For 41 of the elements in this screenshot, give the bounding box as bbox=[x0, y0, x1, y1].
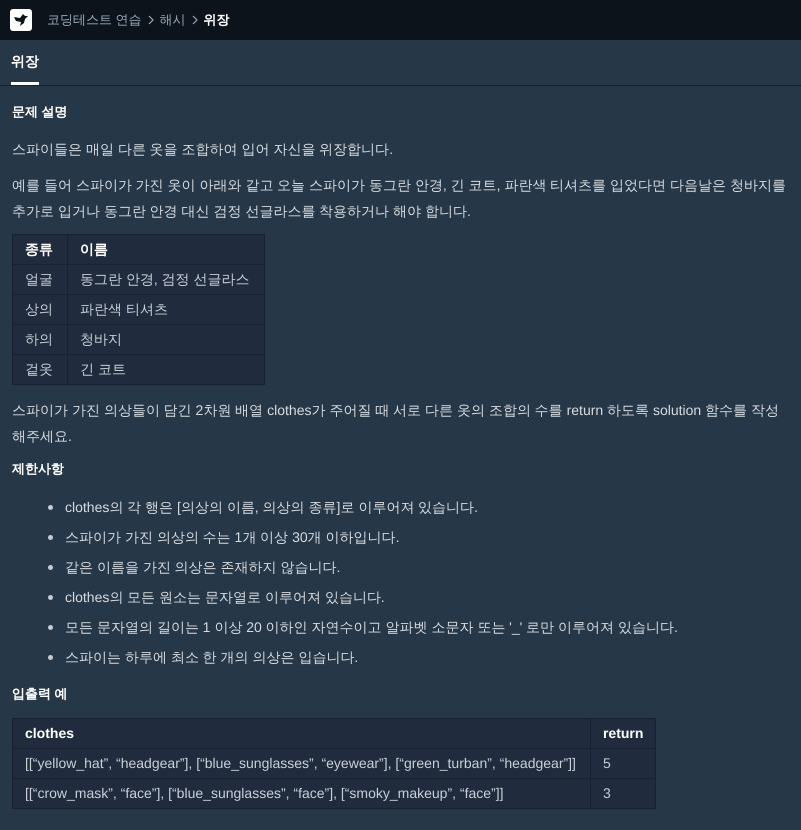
table-cell: 얼굴 bbox=[12, 264, 68, 294]
list-item-text: 스파이가 가진 의상의 수는 1개 이상 30개 이하입니다. bbox=[65, 528, 400, 546]
bullet-icon bbox=[48, 534, 53, 540]
table-header-cell: clothes bbox=[12, 718, 590, 748]
table-cell: 긴 코트 bbox=[68, 354, 264, 384]
table-cell: 겉옷 bbox=[12, 354, 68, 384]
list-item-text: 스파이는 하루에 최소 한 개의 의상은 입습니다. bbox=[65, 648, 358, 666]
paragraph: 스파이들은 매일 다른 옷을 조합하여 입어 자신을 위장합니다. bbox=[12, 140, 394, 158]
table-cell: 5 bbox=[590, 748, 656, 778]
paragraph: 예를 들어 스파이가 가진 옷이 아래와 같고 오늘 스파이가 동그란 안경, 긴 코트, 파란색 티셔츠를 입었다면 다음날은 청바지를 추가로 입거나 동그란 안경 대신 검정 선글라스를 착용하거나 해야 합니다. bbox=[12, 176, 787, 220]
section-heading: 입출력 예 bbox=[12, 685, 69, 703]
bullet-icon bbox=[48, 504, 53, 510]
bullet-icon bbox=[48, 624, 53, 630]
bullet-icon bbox=[48, 564, 53, 570]
chevron-right-icon bbox=[148, 15, 154, 25]
breadcrumb-link[interactable]: 위장 bbox=[204, 10, 230, 30]
table-header-cell: 이름 bbox=[68, 234, 264, 264]
list-item-text: 모든 문자열의 길이는 1 이상 20 이하인 자연수이고 알파벳 소문자 또는 '_' 로만 이루어져 있습니다. bbox=[65, 618, 678, 637]
list-item-text: 같은 이름을 가진 의상은 존재하지 않습니다. bbox=[65, 558, 340, 576]
logo-icon[interactable] bbox=[10, 9, 32, 31]
list-item-text: clothes의 모든 원소는 문자열로 이루어져 있습니다. bbox=[65, 588, 385, 606]
chevron-right-icon bbox=[192, 15, 198, 25]
breadcrumb-link[interactable]: 코딩테스트 연습 bbox=[47, 10, 142, 30]
bullet-icon bbox=[48, 594, 53, 600]
table-cell: 상의 bbox=[12, 294, 68, 324]
bullet-icon bbox=[48, 654, 53, 660]
paragraph: 스파이가 가진 의상들이 담긴 2차원 배열 clothes가 주어질 때 서로 다른 옷의 조합의 수를 return 하도록 solution 함수를 작성해주세요. bbox=[12, 400, 780, 446]
table-cell: 하의 bbox=[12, 324, 68, 354]
breadcrumb-link[interactable]: 해시 bbox=[160, 10, 186, 30]
table-cell: 파란색 티셔츠 bbox=[68, 294, 264, 324]
table-cell: 3 bbox=[590, 778, 656, 808]
table-header-cell: 종류 bbox=[12, 234, 68, 264]
table-cell: 동그란 안경, 검정 선글라스 bbox=[68, 264, 264, 294]
tab[interactable]: 위장 bbox=[11, 39, 39, 85]
table-cell: [[“yellow_hat”, “headgear”], [“blue_sunglasses”, “eyewear”], [“green_turban”, “headgear”]] bbox=[12, 748, 590, 778]
list-item-text: clothes의 각 행은 [의상의 이름, 의상의 종류]로 이루어져 있습니다. bbox=[65, 498, 478, 517]
section-heading: 제한사항 bbox=[12, 460, 65, 478]
section-heading: 문제 설명 bbox=[12, 103, 69, 121]
table-cell: 청바지 bbox=[68, 324, 264, 354]
table-header-cell: return bbox=[590, 718, 656, 748]
table-cell: [[“crow_mask”, “face”], [“blue_sunglasses”, “face”], [“smoky_makeup”, “face”]] bbox=[12, 778, 590, 808]
